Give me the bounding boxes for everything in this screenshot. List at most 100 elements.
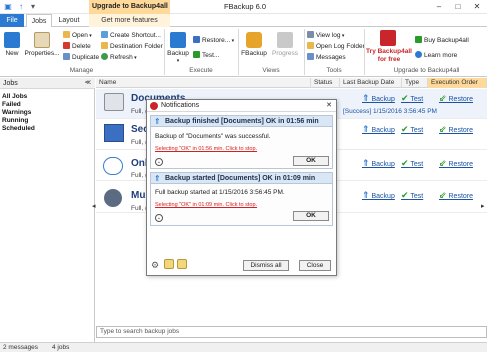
- properties-button[interactable]: Properties...: [24, 32, 60, 57]
- monitor-icon: [104, 124, 124, 142]
- expand-chevron-icon[interactable]: ⌄: [155, 214, 163, 222]
- status-jobs-count: 4 jobs: [52, 344, 70, 351]
- column-name[interactable]: Name: [96, 78, 311, 88]
- job-details: Full, (: [131, 139, 148, 146]
- column-status[interactable]: Status: [311, 78, 340, 88]
- quick-access-dropdown-icon[interactable]: ▾: [28, 2, 38, 12]
- gear-icon[interactable]: ⚙: [151, 260, 159, 271]
- notification-ok-button[interactable]: OK: [293, 211, 329, 221]
- test-check-icon: ✔: [401, 158, 409, 168]
- backup-arrow-icon: ⇑: [362, 190, 370, 200]
- column-last-backup-date[interactable]: Last Backup Date: [340, 78, 402, 88]
- test-button[interactable]: Test...: [193, 51, 219, 60]
- fbackup-view-label: FBackup: [241, 50, 267, 57]
- buy-label: Buy Backup4all: [424, 37, 469, 44]
- notification-message: Full backup started at 1/15/2016 3:56:45…: [155, 189, 285, 196]
- backup-label: Backup: [167, 50, 189, 57]
- dismiss-all-button[interactable]: Dismiss all: [243, 260, 289, 271]
- filter-running[interactable]: Running: [2, 117, 90, 125]
- notes-icon[interactable]: [164, 259, 174, 269]
- destination-folder-button[interactable]: Destination Folder: [101, 42, 163, 51]
- view-log-label: View log: [316, 32, 341, 39]
- upgrade-context-tab: Upgrade to Backup4all: [89, 0, 170, 14]
- job-details: Full, (: [131, 108, 148, 115]
- view-log-button[interactable]: View log ▾: [307, 31, 344, 40]
- job-test-link[interactable]: ✔ Test: [401, 124, 423, 135]
- maximize-icon[interactable]: □: [449, 0, 467, 14]
- notification-autoclose-link[interactable]: Selecting "OK" in 01:56 min. Click to st…: [155, 146, 257, 152]
- notification-card: ⇑ Backup started [Documents] OK in 01:09…: [150, 172, 333, 226]
- delete-button[interactable]: Delete: [63, 42, 91, 51]
- dollar-icon: [415, 36, 422, 43]
- tab-get-more-features[interactable]: Get more features: [89, 14, 170, 27]
- job-test-link[interactable]: ✔ Test: [401, 93, 423, 104]
- backup-quick-icon[interactable]: ↑: [16, 2, 26, 12]
- column-execution-order[interactable]: Execution Order: [428, 78, 487, 88]
- briefcase-icon: [104, 93, 124, 111]
- filter-failed[interactable]: Failed: [2, 101, 90, 109]
- notification-ok-button[interactable]: OK: [293, 156, 329, 166]
- job-last-backup: [Success] 1/15/2016 3:56:45 PM: [343, 108, 437, 115]
- destination-folder-label: Destination Folder: [110, 43, 163, 50]
- fbackup-view-button[interactable]: FBackup: [241, 32, 267, 57]
- log-folder-icon: [307, 42, 314, 49]
- filter-scheduled[interactable]: Scheduled: [2, 125, 90, 133]
- notifications-close-icon[interactable]: ✕: [326, 100, 332, 112]
- restore-arrow-icon: ⇙: [439, 124, 447, 134]
- restore-button[interactable]: Restore... ▾: [193, 36, 234, 45]
- new-button[interactable]: New: [3, 32, 21, 57]
- progress-view-button[interactable]: Progress: [270, 32, 300, 57]
- collapse-arrows-icon[interactable]: ≪: [85, 78, 91, 89]
- open-log-folder-button[interactable]: Open Log Folder: [307, 42, 365, 51]
- open-button[interactable]: Open ▾: [63, 31, 92, 40]
- filter-all-jobs[interactable]: All Jobs: [2, 93, 90, 101]
- search-jobs-input[interactable]: Type to search backup jobs: [96, 326, 487, 338]
- notification-header: ⇑ Backup finished [Documents] OK in 01:5…: [151, 116, 332, 127]
- job-test-link[interactable]: ✔ Test: [401, 158, 423, 169]
- notifications-app-icon: [150, 102, 158, 110]
- status-bar: 2 messages 4 jobs: [0, 342, 487, 352]
- destination-folder-icon: [101, 42, 108, 49]
- restore-arrow-icon: ⇙: [439, 93, 447, 103]
- column-type[interactable]: Type: [402, 78, 428, 88]
- tab-layout[interactable]: Layout: [54, 14, 84, 27]
- job-restore-link[interactable]: ⇙ Restore: [439, 124, 473, 135]
- properties-icon: [34, 32, 50, 48]
- music-icon: [104, 189, 122, 207]
- job-restore-link[interactable]: ⇙ Restore: [439, 93, 473, 104]
- backup-arrow-icon: ⇑: [362, 158, 370, 168]
- minimize-icon[interactable]: –: [430, 0, 448, 14]
- close-notifications-button[interactable]: Close: [299, 260, 331, 271]
- create-shortcut-button[interactable]: Create Shortcut...: [101, 31, 161, 40]
- job-restore-link[interactable]: ⇙ Restore: [439, 190, 473, 201]
- restore-label: Restore...: [202, 37, 231, 44]
- refresh-label: Refresh: [110, 54, 133, 61]
- job-restore-link[interactable]: ⇙ Restore: [439, 158, 473, 169]
- refresh-button[interactable]: Refresh ▾: [101, 53, 137, 62]
- filter-warnings[interactable]: Warnings: [2, 109, 90, 117]
- close-window-icon[interactable]: ✕: [468, 0, 486, 14]
- job-backup-link[interactable]: ⇑ Backup: [362, 158, 395, 169]
- learn-more-button[interactable]: Learn more: [415, 51, 457, 60]
- create-shortcut-label: Create Shortcut...: [110, 32, 161, 39]
- try-backup4all-button[interactable]: Try Backup4all for free: [366, 48, 412, 64]
- buy-backup4all-button[interactable]: Buy Backup4all: [415, 36, 469, 45]
- duplicate-icon: [63, 53, 70, 60]
- tab-jobs[interactable]: Jobs: [26, 14, 52, 27]
- group-separator: [364, 29, 365, 75]
- expand-chevron-icon[interactable]: ⌄: [155, 158, 163, 166]
- job-backup-link[interactable]: ⇑ Backup: [362, 93, 395, 104]
- properties-label: Properties...: [24, 50, 60, 57]
- job-test-link[interactable]: ✔ Test: [401, 190, 423, 201]
- duplicate-button[interactable]: Duplicate: [63, 53, 99, 62]
- notes-settings-icon[interactable]: [177, 259, 187, 269]
- test-check-icon: ✔: [401, 93, 409, 103]
- job-backup-label: Backup: [371, 127, 395, 134]
- messages-button[interactable]: Messages: [307, 53, 346, 62]
- job-backup-link[interactable]: ⇑ Backup: [362, 124, 395, 135]
- notification-autoclose-link[interactable]: Selecting "OK" in 01:09 min. Click to st…: [155, 202, 257, 208]
- tab-file[interactable]: File: [0, 14, 24, 27]
- backup-button[interactable]: Backup ▾: [167, 32, 189, 64]
- job-backup-link[interactable]: ⇑ Backup: [362, 190, 395, 201]
- open-log-folder-label: Open Log Folder: [316, 43, 365, 50]
